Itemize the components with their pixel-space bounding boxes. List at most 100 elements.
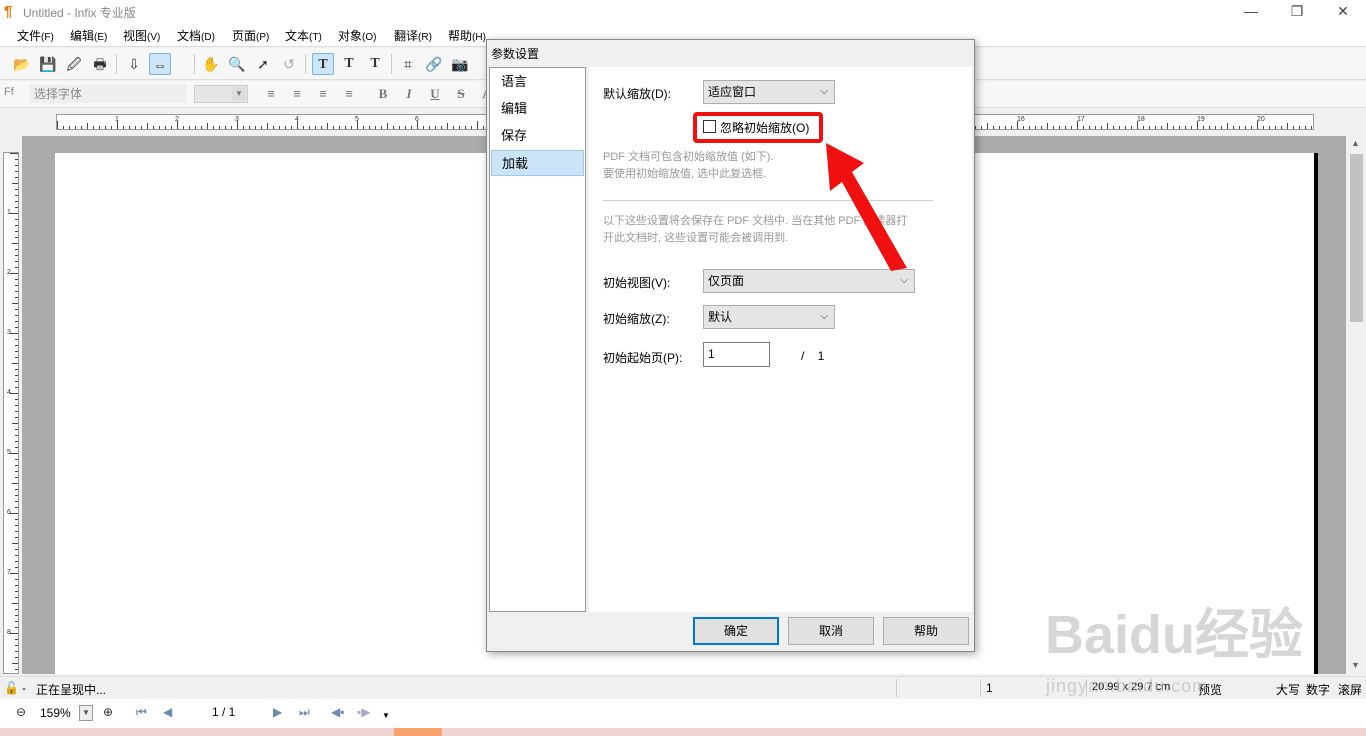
ruler-label: 3 (7, 329, 11, 336)
cancel-button[interactable]: 取消 (788, 617, 874, 645)
scrollbar-thumb[interactable] (1350, 154, 1363, 322)
taskbar-item[interactable] (394, 728, 442, 736)
back-icon[interactable]: ◀▪ (331, 705, 344, 719)
ruler-label: 19 (1197, 116, 1205, 123)
ruler-ticks (10, 153, 18, 670)
strikethrough-icon[interactable]: S (452, 85, 470, 103)
chevron-down-icon: ▼ (232, 87, 246, 101)
category-edit[interactable]: 编辑 (491, 96, 584, 122)
menu-document[interactable]: 文档(D) (177, 27, 215, 44)
crop-icon[interactable]: ⌗ (397, 53, 419, 75)
initial-zoom-select[interactable]: 默认 ⌵ (703, 305, 835, 329)
pdf-settings-hint: 以下这些设置将会保存在 PDF 文档中. 当在其他 PDF 阅读器打 开此文档时… (603, 213, 907, 247)
menu-text[interactable]: 文本(T) (285, 27, 322, 44)
minimize-button[interactable]: — (1228, 0, 1274, 24)
font-size-select[interactable]: ▼ (194, 85, 248, 103)
menu-translate[interactable]: 翻译(R) (394, 27, 432, 44)
initial-zoom-label: 初始缩放(Z): (603, 312, 670, 326)
toolbar-separator (194, 54, 195, 74)
forward-icon[interactable]: ▪▶ (357, 705, 370, 719)
ruler-label: 2 (7, 269, 11, 276)
ruler-label: 6 (415, 116, 419, 123)
hand-icon[interactable]: ✋ (200, 53, 222, 75)
font-select[interactable]: 选择字体 (30, 85, 186, 103)
initial-view-value: 仅页面 (708, 274, 745, 288)
zoom-in-icon[interactable]: ⊕ (103, 705, 113, 719)
status-separator (980, 679, 981, 697)
default-zoom-label: 默认缩放(D): (603, 87, 671, 101)
vertical-ruler: 1 2 3 4 5 6 7 8 (3, 152, 19, 674)
initial-view-label: 初始视图(V): (603, 276, 671, 290)
zoom-icon[interactable]: 🔍 (226, 53, 248, 75)
text-tool-icon[interactable]: T (312, 53, 334, 75)
prev-page-icon[interactable]: ◀ (163, 705, 172, 719)
history-dropdown-icon[interactable]: ▼ (382, 711, 390, 720)
last-page-icon[interactable]: ⏭ (299, 705, 310, 720)
start-page-input[interactable]: 1 (703, 342, 770, 367)
menu-help[interactable]: 帮助(H) (448, 27, 486, 44)
ruler-label: 18 (1137, 116, 1145, 123)
dialog-title: 参数设置 (491, 47, 540, 61)
vertical-scrollbar[interactable]: ▲ ▼ (1347, 136, 1366, 674)
rotate-icon[interactable]: ↺ (278, 53, 300, 75)
category-load[interactable]: 加载 (491, 150, 584, 176)
watermark-url: jingyan.baidu.com (1046, 676, 1209, 696)
print-icon[interactable]: 🖶 (89, 53, 111, 75)
menu-file[interactable]: 文件(F) (17, 27, 54, 44)
maximize-button[interactable]: ❐ (1274, 0, 1320, 24)
pdf-hint-line: 以下这些设置将会保存在 PDF 文档中. 当在其他 PDF 阅读器打 (603, 215, 908, 227)
navigation-bar: ⊖ 159% ▼ ⊕ ⏮ ◀ 1 / 1 ▶ ⏭ ◀▪ ▪▶ ▼ (0, 699, 1366, 728)
ruler-label: 2 (175, 116, 179, 123)
ruler-label: 7 (7, 569, 11, 576)
category-save[interactable]: 保存 (491, 123, 584, 149)
zoom-dropdown[interactable]: ▼ (79, 705, 93, 721)
menu-edit[interactable]: 编辑(E) (70, 27, 107, 44)
title-bar: ¶ Untitled - Infix 专业版 — ❐ ✕ (0, 0, 1366, 24)
import-icon[interactable]: ⇩ (123, 53, 145, 75)
select-arrow-icon[interactable]: ➚ (252, 53, 274, 75)
save-as-icon[interactable]: 🖉 (63, 53, 85, 75)
close-button[interactable]: ✕ (1320, 0, 1366, 24)
camera-icon[interactable]: 📷 (449, 53, 471, 75)
initial-zoom-value: 默认 (708, 310, 733, 324)
scroll-down-icon[interactable]: ▼ (1351, 660, 1360, 670)
open-folder-icon[interactable]: 📂 (11, 53, 33, 75)
first-page-icon[interactable]: ⏮ (136, 705, 147, 720)
zoom-hint-line: 要使用初始缩放值, 选中此复选框. (603, 168, 767, 180)
save-icon[interactable]: 💾 (37, 53, 59, 75)
ruler-label: 4 (295, 116, 299, 123)
fit-width-icon[interactable]: ⇔ (149, 53, 171, 75)
bold-icon[interactable]: B (374, 85, 392, 103)
link-icon[interactable]: 🔗 (423, 53, 445, 75)
toolbar-separator (305, 54, 306, 74)
infix-app-icon: ¶ (4, 3, 13, 20)
menu-view[interactable]: 视图(V) (123, 27, 160, 44)
divider (603, 200, 933, 201)
align-right-icon[interactable]: ≡ (314, 85, 332, 103)
ruler-label: 17 (1077, 116, 1085, 123)
italic-icon[interactable]: I (400, 85, 418, 103)
underline-icon[interactable]: U (426, 85, 444, 103)
default-zoom-select[interactable]: 适应窗口 ⌵ (703, 80, 835, 104)
next-page-icon[interactable]: ▶ (273, 705, 282, 719)
ruler-label: 6 (7, 509, 11, 516)
zoom-hint-line: PDF 文档可包含初始缩放值 (如下). (603, 151, 774, 163)
page-total: / 1 (801, 349, 825, 363)
initial-view-select[interactable]: 仅页面 ⌵ (703, 269, 915, 293)
align-center-icon[interactable]: ≡ (288, 85, 306, 103)
align-left-icon[interactable]: ≡ (262, 85, 280, 103)
zoom-out-icon[interactable]: ⊖ (16, 705, 26, 719)
start-page-label: 初始起始页(P): (603, 351, 683, 365)
zoom-level[interactable]: 159% (36, 704, 80, 722)
category-language[interactable]: 语言 (491, 69, 584, 95)
align-justify-icon[interactable]: ≡ (340, 85, 358, 103)
ok-button[interactable]: 确定 (693, 617, 779, 645)
text-numbering-icon[interactable]: T (364, 53, 386, 75)
text-edit-icon[interactable]: T (338, 53, 360, 75)
help-button[interactable]: 帮助 (883, 617, 969, 645)
menu-page[interactable]: 页面(P) (232, 27, 269, 44)
status-page-number: 1 (986, 681, 993, 695)
ruler-label: 1 (7, 209, 11, 216)
scroll-up-icon[interactable]: ▲ (1351, 138, 1360, 148)
menu-object[interactable]: 对象(O) (338, 27, 376, 44)
